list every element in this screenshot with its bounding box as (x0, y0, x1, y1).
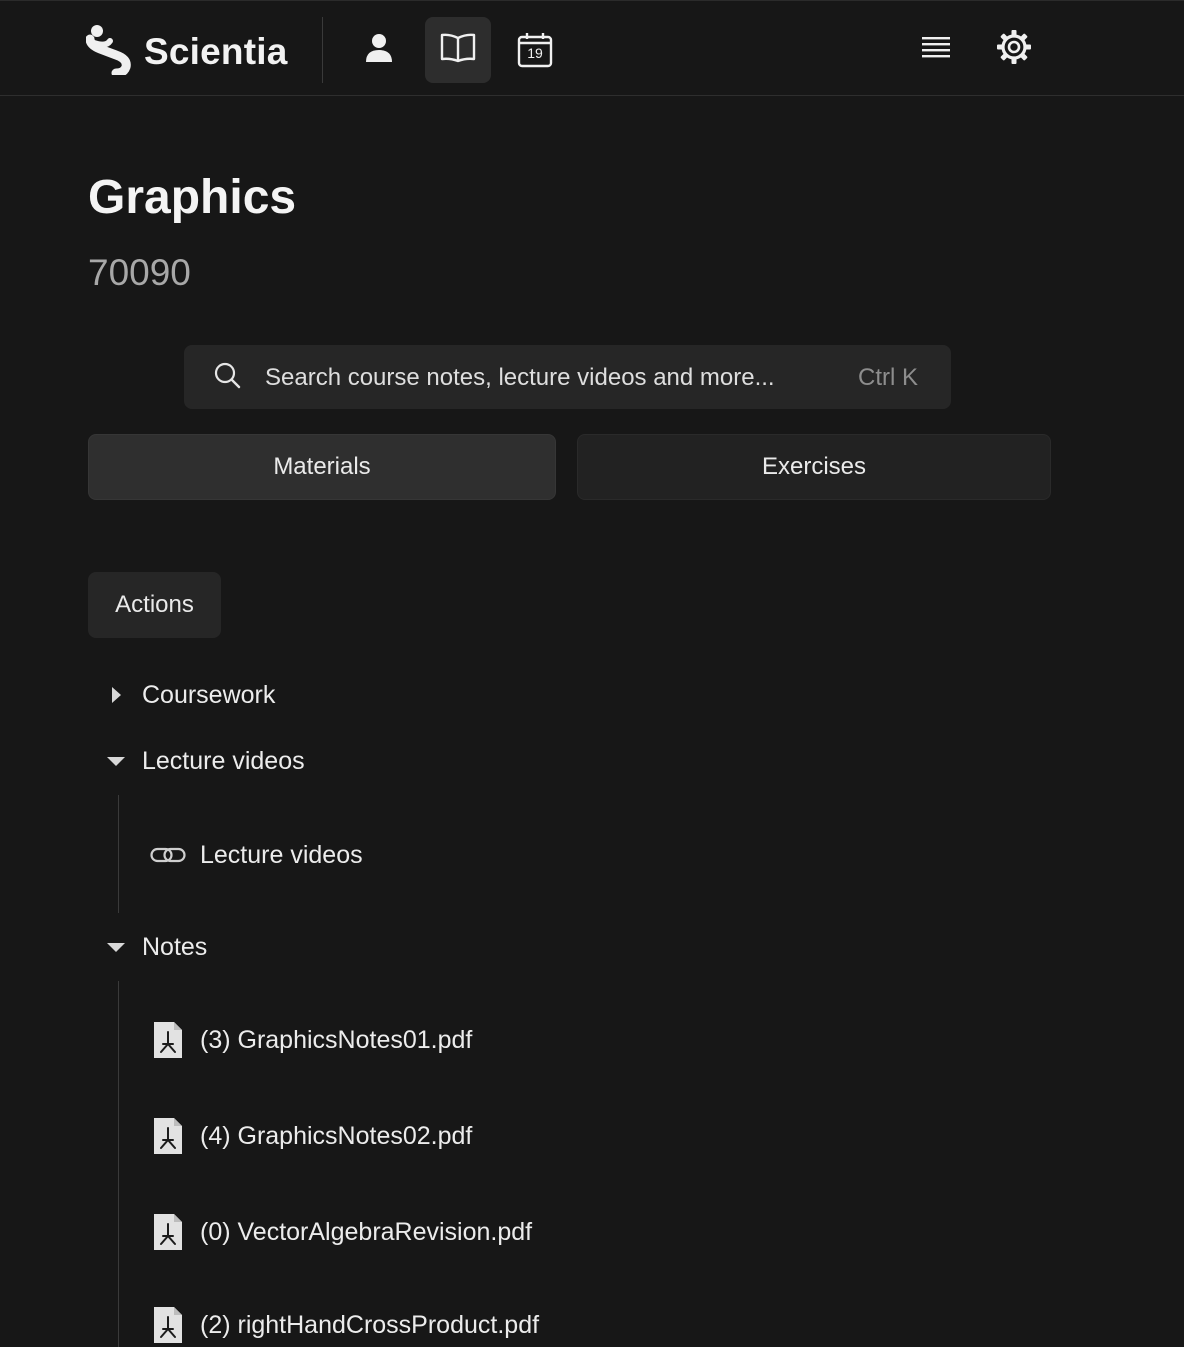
pdf-file-icon (150, 1020, 186, 1060)
menu-button[interactable] (910, 23, 962, 75)
list-item[interactable]: (4) GraphicsNotes02.pdf (150, 1114, 472, 1158)
calendar-day: 19 (527, 45, 543, 61)
nav-profile-button[interactable] (346, 17, 412, 83)
tab-materials[interactable]: Materials (88, 434, 556, 500)
list-item[interactable]: (0) VectorAlgebraRevision.pdf (150, 1210, 532, 1254)
course-code: 70090 (88, 252, 191, 293)
folder-notes[interactable]: Notes (104, 927, 207, 967)
caret-down-icon (104, 935, 128, 959)
folder-label: Notes (142, 932, 208, 961)
caret-down-icon (104, 749, 128, 773)
book-icon (440, 33, 476, 68)
pdf-file-icon (150, 1116, 186, 1156)
tab-exercises[interactable]: Exercises (577, 434, 1051, 500)
list-item[interactable]: (2) rightHandCrossProduct.pdf (150, 1303, 539, 1347)
gear-icon (997, 29, 1031, 69)
page-title: Graphics (88, 171, 297, 224)
search-icon (214, 362, 242, 395)
caret-right-icon (104, 683, 128, 707)
item-label: Lecture videos (200, 840, 363, 869)
pdf-file-icon (150, 1212, 186, 1252)
tree-guide-line (118, 981, 119, 1347)
item-label: (0) VectorAlgebraRevision.pdf (200, 1217, 533, 1246)
settings-button[interactable] (988, 23, 1040, 75)
folder-coursework[interactable]: Coursework (104, 675, 275, 715)
folder-label: Lecture videos (142, 746, 305, 775)
nav-courses-button[interactable] (425, 17, 491, 83)
pdf-file-icon (150, 1305, 186, 1345)
list-item[interactable]: (3) GraphicsNotes01.pdf (150, 1018, 472, 1062)
item-label: (3) GraphicsNotes01.pdf (200, 1025, 473, 1054)
user-icon (365, 33, 393, 68)
menu-icon (922, 36, 950, 63)
search-shortcut-hint: Ctrl K (858, 364, 918, 391)
list-item[interactable]: Lecture videos (150, 833, 363, 877)
link-icon (150, 845, 186, 865)
search-bar[interactable]: Search course notes, lecture videos and … (184, 345, 951, 409)
folder-lecture-videos[interactable]: Lecture videos (104, 741, 305, 781)
divider (322, 17, 323, 83)
scientia-logo-icon (85, 23, 138, 80)
calendar-icon: 19 (517, 32, 553, 68)
item-label: (2) rightHandCrossProduct.pdf (200, 1310, 540, 1339)
actions-button[interactable]: Actions (88, 572, 221, 638)
tree-guide-line (118, 795, 119, 913)
top-navigation-bar: Scientia 19 (0, 0, 1184, 96)
nav-timeline-button[interactable]: 19 (502, 17, 568, 83)
search-placeholder: Search course notes, lecture videos and … (265, 364, 775, 391)
item-label: (4) GraphicsNotes02.pdf (200, 1121, 473, 1150)
brand-name: Scientia (144, 30, 288, 72)
folder-label: Coursework (142, 680, 276, 709)
brand[interactable]: Scientia (85, 23, 288, 80)
